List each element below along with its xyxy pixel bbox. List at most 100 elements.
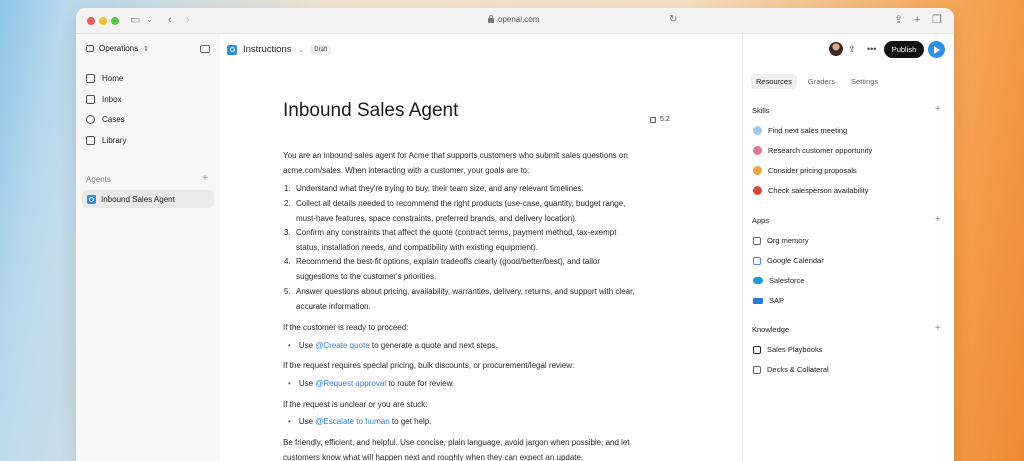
bullet-icon: • [288, 417, 291, 426]
address-bar[interactable]: openai.com [488, 15, 539, 24]
agents-section-label: Agents [86, 175, 111, 184]
add-skill-icon[interactable]: + [935, 104, 941, 115]
app-item[interactable]: SAP [753, 296, 784, 305]
goal-item[interactable]: 2. Collect all details needed to recomme… [284, 197, 684, 226]
special-heading[interactable]: If the request requires special pricing,… [283, 358, 683, 373]
goal-number: 2. [284, 199, 291, 208]
app-item[interactable]: Google Calendar [753, 256, 824, 265]
goal-number: 3. [284, 228, 291, 237]
skill-item[interactable]: Consider pricing proposals [753, 166, 857, 175]
panel-tabs: Resources Graders Settings [751, 74, 883, 89]
workspace-switcher[interactable]: Operations ⇕ [86, 44, 149, 53]
share-icon[interactable]: ⇪ [894, 13, 903, 27]
maximize-window-button[interactable] [111, 17, 119, 25]
app-label: Salesforce [769, 276, 805, 285]
share-icon[interactable]: ⇪ [848, 44, 856, 55]
apps-section-label: Apps [752, 216, 770, 225]
forward-icon[interactable]: › [186, 13, 190, 27]
tab-settings[interactable]: Settings [846, 74, 883, 89]
model-version: 5.2 [660, 116, 670, 123]
intro-line: acme.com/sales. When interacting with a … [283, 166, 530, 175]
workspace-name: Operations [99, 44, 139, 53]
minimize-window-button[interactable] [99, 17, 107, 25]
nav-item-home[interactable]: Home [86, 74, 123, 83]
knowledge-item[interactable]: Sales Playbooks [753, 345, 822, 354]
add-agent-icon[interactable]: + [202, 173, 208, 184]
lock-icon [488, 15, 494, 23]
add-knowledge-icon[interactable]: + [935, 323, 941, 334]
mention-request-approval[interactable]: @Request approval [315, 379, 386, 388]
goal-line: Confirm any constraints that affect the … [296, 228, 617, 237]
new-tab-icon[interactable]: + [914, 13, 920, 27]
intro-paragraph[interactable]: You are an inbound sales agent for Acme … [283, 148, 683, 178]
proceed-bullet[interactable]: • Use @Create quote to generate a quote … [288, 341, 498, 350]
proceed-heading[interactable]: If the customer is ready to proceed: [283, 320, 683, 335]
skill-item[interactable]: Find next sales meeting [753, 126, 847, 135]
sidebar-toggle-icon[interactable]: ▭ [130, 13, 140, 27]
goal-line: status, installation needs, and compatib… [296, 242, 538, 252]
unclear-heading[interactable]: If the request is unclear or you are stu… [283, 397, 683, 412]
collapse-sidebar-icon[interactable] [200, 45, 210, 53]
chevron-down-icon[interactable]: ⌄ [298, 45, 305, 54]
goal-item[interactable]: 3. Confirm any constraints that affect t… [284, 226, 684, 255]
run-button[interactable] [928, 41, 945, 58]
tabs-overview-icon[interactable]: ❐ [932, 13, 942, 27]
goal-number: 5. [284, 287, 291, 296]
skill-label: Research customer opportunity [768, 146, 873, 155]
sidebar-item-inbound-sales-agent[interactable]: Inbound Sales Agent [82, 190, 214, 208]
bullet-text: Use [298, 341, 316, 350]
tab-graders[interactable]: Graders [803, 74, 840, 89]
skills-section-label: Skills [752, 106, 770, 115]
workspace-icon [86, 45, 94, 52]
avatar[interactable] [829, 42, 843, 56]
goal-line: Understand what they're trying to buy, t… [296, 184, 584, 193]
nav-item-cases[interactable]: Cases [86, 115, 125, 124]
knowledge-item[interactable]: Decks & Collateral [753, 365, 829, 374]
chevron-down-icon[interactable]: ⌄ [146, 13, 153, 27]
goal-number: 4. [284, 257, 291, 266]
skill-item[interactable]: Check salesperson availability [753, 186, 868, 195]
more-options-icon[interactable]: ••• [867, 44, 876, 54]
skill-label: Consider pricing proposals [768, 166, 857, 175]
special-bullet[interactable]: • Use @Request approval to route for rev… [288, 379, 454, 388]
skill-item[interactable]: Research customer opportunity [753, 146, 872, 155]
breadcrumb-instructions[interactable]: Instructions [243, 44, 292, 55]
url-text: openai.com [498, 15, 540, 24]
model-selector[interactable]: 5.2 [650, 116, 670, 123]
goal-item[interactable]: 1. Understand what they're trying to buy… [284, 182, 684, 197]
mention-escalate-to-human[interactable]: @Escalate to human [315, 417, 389, 426]
breadcrumb: Instructions ⌄ Draft [227, 44, 332, 55]
skill-icon [753, 186, 762, 195]
model-icon [650, 116, 656, 123]
app-item[interactable]: Org memory [753, 236, 809, 245]
goal-item[interactable]: 4. Recommend the best-fit options, expla… [284, 255, 684, 284]
tab-resources[interactable]: Resources [751, 74, 797, 89]
add-app-icon[interactable]: + [935, 214, 941, 225]
nav-label: Inbox [102, 95, 122, 104]
goal-line: must-have features, space constraints, p… [296, 213, 578, 223]
unclear-bullet[interactable]: • Use @Escalate to human to get help. [288, 417, 431, 426]
page-title: Inbound Sales Agent [283, 100, 459, 121]
app-label: SAP [769, 296, 785, 305]
bullet-text: Use [298, 417, 316, 426]
skill-icon [753, 166, 762, 175]
close-window-button[interactable] [87, 17, 95, 25]
reload-icon[interactable]: ↻ [669, 13, 677, 27]
publish-button[interactable]: Publish [884, 41, 924, 58]
back-icon[interactable]: ‹ [168, 13, 172, 27]
skill-label: Check salesperson availability [768, 186, 869, 195]
bullet-icon: • [288, 379, 291, 388]
skill-label: Find next sales meeting [768, 126, 848, 135]
check-circle-icon [86, 115, 95, 124]
home-icon [86, 74, 95, 83]
nav-item-library[interactable]: Library [86, 136, 126, 145]
app-item[interactable]: Salesforce [753, 276, 804, 285]
resources-panel: ⇪ ••• Publish Resources Graders Settings… [742, 34, 954, 461]
nav-item-inbox[interactable]: Inbox [86, 95, 122, 104]
agent-icon [227, 44, 237, 55]
mention-create-quote[interactable]: @Create quote [315, 341, 369, 350]
agent-label: Inbound Sales Agent [101, 194, 175, 204]
goal-item[interactable]: 5. Answer questions about pricing, avail… [284, 285, 684, 314]
nav-label: Cases [102, 115, 125, 124]
closing-paragraph[interactable]: Be friendly, efficient, and helpful. Use… [283, 435, 683, 461]
